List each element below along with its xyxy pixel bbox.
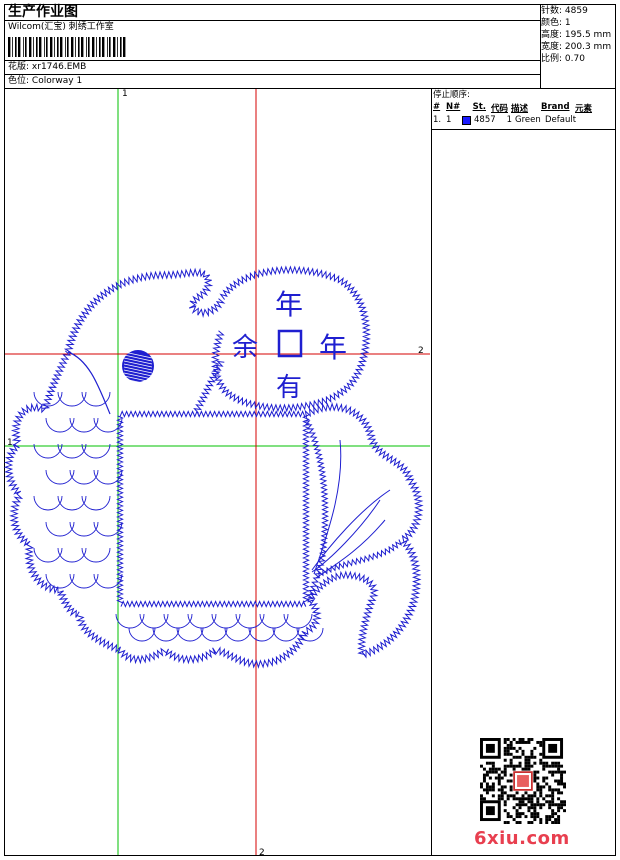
scale-arc bbox=[152, 627, 180, 642]
coin-square bbox=[277, 329, 303, 358]
qr-code bbox=[480, 738, 566, 824]
scale-arc bbox=[248, 627, 276, 642]
guide-lines bbox=[5, 89, 430, 855]
character-right: 年 bbox=[319, 331, 347, 364]
character-left: 余 bbox=[232, 333, 258, 363]
embroidery-design: 年 余 年 有 bbox=[3, 89, 430, 855]
green-vertical-label: 1 bbox=[122, 89, 128, 99]
scale-arc bbox=[272, 627, 300, 642]
character-bottom: 有 bbox=[276, 373, 302, 403]
red-vertical-label: 2 bbox=[259, 848, 265, 858]
scale-arc bbox=[128, 627, 156, 642]
red-horizontal-label: 2 bbox=[418, 346, 424, 356]
watermark-logo: 6xiu.com bbox=[474, 828, 570, 849]
stitch-outlines bbox=[3, 265, 424, 669]
fish-scales bbox=[33, 391, 324, 642]
scale-arc bbox=[200, 627, 228, 642]
character-top: 年 bbox=[275, 288, 303, 321]
green-horizontal-label: 1 bbox=[7, 438, 13, 448]
scale-arc bbox=[176, 627, 204, 642]
scale-arc bbox=[224, 627, 252, 642]
